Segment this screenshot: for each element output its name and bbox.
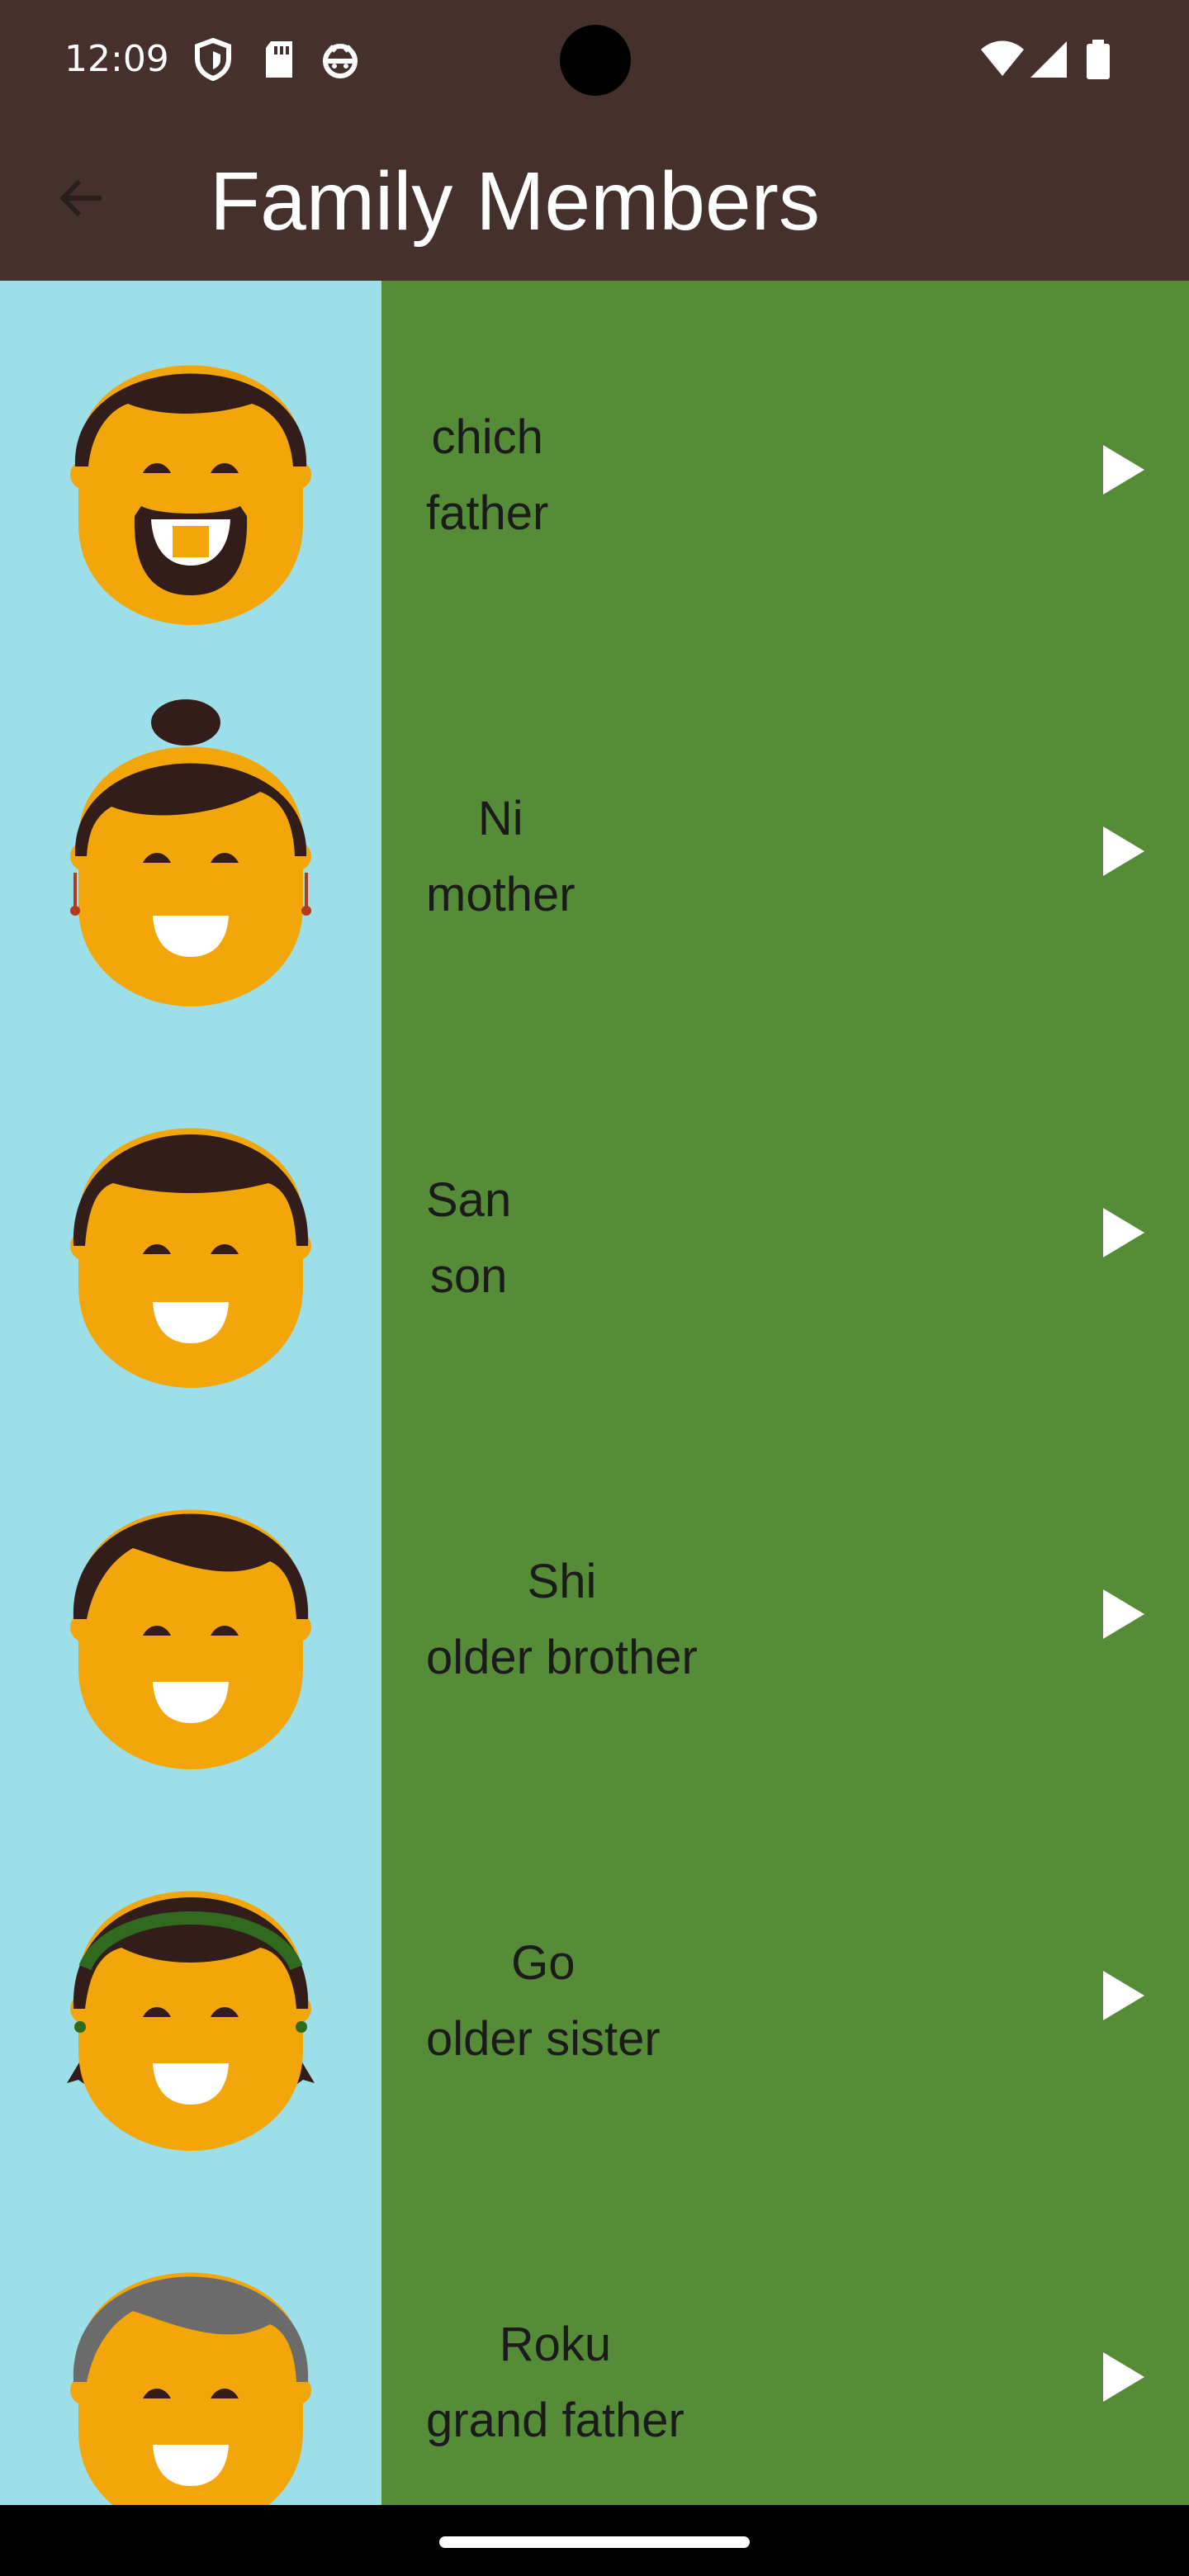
play-icon xyxy=(1100,825,1146,882)
older-sister-avatar-icon xyxy=(67,1891,315,2151)
signal-icon xyxy=(1027,38,1070,81)
item-translation: mother xyxy=(426,868,576,921)
item-image-cell xyxy=(0,281,381,662)
play-icon xyxy=(1100,1206,1146,1263)
item-image-cell xyxy=(0,1807,381,2188)
play-button[interactable] xyxy=(1093,823,1153,883)
older-brother-avatar-icon xyxy=(70,1509,311,1769)
gesture-handle[interactable] xyxy=(439,2536,750,2548)
son-avatar-icon xyxy=(70,1128,311,1388)
item-text: Ni mother xyxy=(426,781,576,933)
item-text: San son xyxy=(426,1163,511,1314)
play-button[interactable] xyxy=(1093,1205,1153,1264)
item-text: chich father xyxy=(426,400,548,552)
page-title: Family Members xyxy=(210,155,820,248)
list-item: Roku grand father xyxy=(0,2188,1189,2505)
app-screen: 12:09 Family Members chich father Ni mot… xyxy=(0,0,1189,2576)
item-card[interactable]: Roku grand father xyxy=(381,2188,1189,2505)
battery-icon xyxy=(1082,38,1115,81)
item-card[interactable]: San son xyxy=(381,1044,1189,1425)
item-translation: father xyxy=(426,486,549,540)
list-item: Ni mother xyxy=(0,662,1189,1044)
play-button[interactable] xyxy=(1093,1968,1153,2027)
status-time: 12:09 xyxy=(64,38,169,80)
play-icon xyxy=(1100,2351,1146,2408)
item-text: Go older sister xyxy=(426,1925,661,2077)
item-translation: son xyxy=(429,1249,508,1303)
item-translation: older brother xyxy=(426,1631,698,1684)
item-image-cell xyxy=(0,1044,381,1425)
wifi-icon xyxy=(979,38,1026,81)
item-word: Go xyxy=(511,1936,576,1990)
list-item: Go older sister xyxy=(0,1807,1189,2188)
item-word: Shi xyxy=(527,1555,597,1608)
android-debug-icon xyxy=(320,38,360,81)
camera-cutout xyxy=(560,25,631,96)
item-word: Roku xyxy=(499,2318,612,2371)
app-bar: Family Members xyxy=(0,119,1189,281)
item-word: Ni xyxy=(477,792,523,845)
grandfather-avatar-icon xyxy=(70,2272,311,2505)
father-avatar-icon xyxy=(70,365,311,625)
shield-icon xyxy=(193,37,233,82)
mother-avatar-icon xyxy=(70,699,311,1006)
item-card[interactable]: Shi older brother xyxy=(381,1425,1189,1807)
navigation-bar xyxy=(0,2505,1189,2576)
arrow-back-icon xyxy=(53,172,106,229)
family-members-list: chich father Ni mother San son Shi older… xyxy=(0,281,1189,2505)
play-button[interactable] xyxy=(1093,1586,1153,1646)
list-item: chich father xyxy=(0,281,1189,662)
status-bar: 12:09 xyxy=(0,0,1189,119)
item-card[interactable]: Ni mother xyxy=(381,662,1189,1044)
item-translation: grand father xyxy=(426,2394,685,2447)
play-icon xyxy=(1100,1969,1146,2026)
back-button[interactable] xyxy=(40,160,119,239)
item-image-cell xyxy=(0,662,381,1044)
play-icon xyxy=(1100,443,1146,500)
item-image-cell xyxy=(0,1425,381,1807)
play-icon xyxy=(1100,1588,1146,1645)
item-text: Shi older brother xyxy=(426,1544,698,1696)
item-word: San xyxy=(426,1173,512,1227)
item-card[interactable]: Go older sister xyxy=(381,1807,1189,2188)
item-translation: older sister xyxy=(426,2012,661,2066)
play-button[interactable] xyxy=(1093,442,1153,501)
item-text: Roku grand father xyxy=(426,2307,685,2459)
play-button[interactable] xyxy=(1093,2349,1153,2408)
item-image-cell xyxy=(0,2188,381,2505)
list-item: San son xyxy=(0,1044,1189,1425)
list-item: Shi older brother xyxy=(0,1425,1189,1807)
item-card[interactable]: chich father xyxy=(381,281,1189,662)
item-word: chich xyxy=(431,410,543,464)
sd-card-icon xyxy=(259,38,299,81)
